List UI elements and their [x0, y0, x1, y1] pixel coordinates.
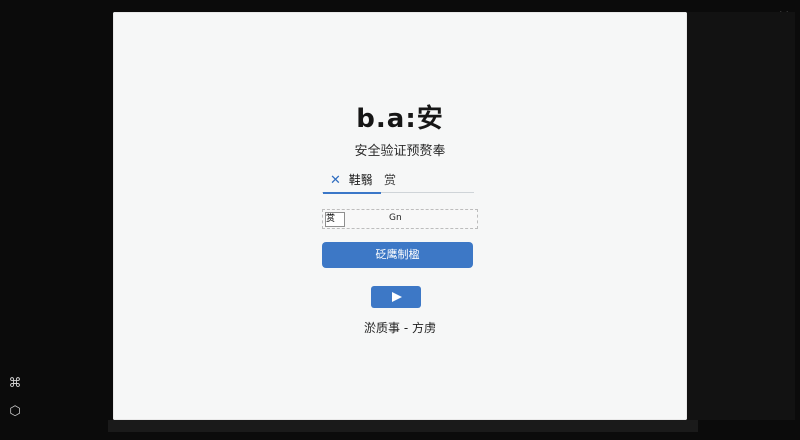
tab-label: 鞋翳 — [348, 173, 373, 187]
left-input-box[interactable]: 赏 — [325, 212, 345, 227]
left-toolbar: ⌘ ⬡ — [5, 374, 27, 430]
play-button[interactable] — [371, 286, 421, 308]
tab-first[interactable]: ✕ 鞋翳 — [323, 170, 381, 194]
close-icon: ✕ — [330, 173, 341, 188]
page-title: b.a:安 — [356, 104, 444, 134]
verification-panel: b.a:安 安全验证预赘奉 ✕ 鞋翳 赏 赏 Gn 砭鹰制楹 淤质事 - 方虏 — [113, 12, 687, 420]
tab-second[interactable]: 赏 — [384, 170, 396, 190]
verification-tabs: ✕ 鞋翳 赏 — [322, 168, 474, 194]
verification-input-row: 赏 Gn — [322, 209, 478, 229]
footer-text: 淤质事 - 方虏 — [364, 321, 436, 335]
confirm-button[interactable]: 砭鹰制楹 — [322, 242, 473, 268]
tab-label: 赏 — [384, 173, 397, 187]
right-input-value[interactable]: Gn — [389, 213, 402, 223]
page-subtitle: 安全验证预赘奉 — [354, 144, 446, 159]
network-icon[interactable]: ⌘ — [5, 374, 25, 394]
hexagon-icon[interactable]: ⬡ — [5, 402, 25, 422]
bottom-dark-strip — [108, 420, 698, 432]
right-dark-strip — [687, 12, 795, 420]
